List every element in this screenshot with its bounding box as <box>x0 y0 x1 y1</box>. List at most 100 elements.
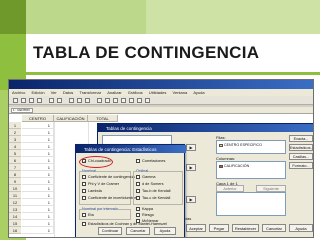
eta-checkbox[interactable] <box>82 213 86 217</box>
row-number[interactable]: 8 <box>9 171 21 178</box>
table-cell[interactable]: 1 <box>22 157 54 164</box>
table-cell[interactable]: 1 <box>22 227 54 234</box>
row-number[interactable]: 13 <box>9 206 21 213</box>
menu-analizar[interactable]: Analizar <box>107 90 121 95</box>
row-number[interactable]: 10 <box>9 185 21 192</box>
row-variable[interactable]: CENTRO ESPECÍFICO <box>219 143 262 147</box>
save-icon[interactable] <box>21 98 26 103</box>
row-number[interactable]: 7 <box>9 164 21 171</box>
columns-field[interactable]: CALIFICACIÓN <box>216 161 286 179</box>
menu-ver[interactable]: Ver <box>51 90 57 95</box>
continue-button[interactable]: Continuar <box>98 227 122 235</box>
rows-field[interactable]: CENTRO ESPECÍFICO <box>216 140 286 154</box>
menu-datos[interactable]: Datos <box>63 90 73 95</box>
risk-checkbox[interactable] <box>136 213 140 217</box>
column-header-calificacion[interactable]: CALIFICACIÓN <box>54 115 88 122</box>
phi-cramer-checkbox[interactable] <box>82 182 86 186</box>
row-number[interactable]: 3 <box>9 136 21 143</box>
goto-case-icon[interactable] <box>77 98 82 103</box>
kappa-checkbox[interactable] <box>136 207 140 211</box>
risk-option[interactable]: Riesgo <box>136 213 154 217</box>
variables-icon[interactable] <box>85 98 90 103</box>
redo-icon[interactable] <box>57 98 62 103</box>
row-number[interactable]: 2 <box>9 129 21 136</box>
table-cell[interactable]: 1 <box>22 171 54 178</box>
lambda-checkbox[interactable] <box>82 189 86 193</box>
gamma-checkbox[interactable] <box>136 175 140 179</box>
contingency-coefficient-option[interactable]: Coeficiente de contingencia <box>82 175 135 179</box>
table-cell[interactable]: 1 <box>22 122 54 129</box>
stats-help-button[interactable]: Ayuda <box>154 227 176 235</box>
table-cell[interactable]: 1 <box>22 164 54 171</box>
table-cell[interactable]: 1 <box>22 199 54 206</box>
open-icon[interactable] <box>13 98 18 103</box>
table-cell[interactable]: 1 <box>22 192 54 199</box>
insert-case-icon[interactable] <box>105 98 110 103</box>
row-number[interactable]: 14 <box>9 213 21 220</box>
kendall-tau-c-option[interactable]: Tau-c de Kendall <box>136 196 170 200</box>
table-cell[interactable]: 1 <box>22 213 54 220</box>
table-cell[interactable]: 1 <box>22 206 54 213</box>
row-number[interactable]: 4 <box>9 143 21 150</box>
uncertainty-coefficient-option[interactable]: Coeficiente de incertidumbre <box>82 196 136 200</box>
table-cell[interactable]: 1 <box>22 220 54 227</box>
print-icon[interactable] <box>29 98 34 103</box>
insert-variable-icon[interactable] <box>113 98 118 103</box>
layer-next-button[interactable]: Siguiente <box>256 185 286 192</box>
kendall-tau-b-option[interactable]: Tau-b de Kendall <box>136 189 171 193</box>
row-number[interactable]: 16 <box>9 227 21 234</box>
contingency-coefficient-checkbox[interactable] <box>82 175 86 179</box>
split-file-icon[interactable] <box>121 98 126 103</box>
cell-reference[interactable]: 1 : CENTRO <box>11 108 33 113</box>
move-to-columns-button[interactable]: ▶ <box>186 164 196 171</box>
statistics-button[interactable]: Estadísticos... <box>289 144 313 151</box>
ok-button[interactable]: Aceptar <box>186 224 206 232</box>
table-cell[interactable]: 1 <box>22 129 54 136</box>
uncertainty-coefficient-checkbox[interactable] <box>82 196 86 200</box>
table-cell[interactable]: 1 <box>22 136 54 143</box>
table-cell[interactable]: 1 <box>22 150 54 157</box>
exact-button[interactable]: Exacta... <box>289 135 313 142</box>
kendall-tau-c-checkbox[interactable] <box>136 196 140 200</box>
cells-button[interactable]: Casillas... <box>289 153 313 160</box>
kappa-option[interactable]: Kappa <box>136 207 153 211</box>
value-labels-icon[interactable] <box>145 98 150 103</box>
phi-cramer-option[interactable]: Phi y V de Cramer <box>82 182 119 186</box>
select-cases-icon[interactable] <box>137 98 142 103</box>
stats-cancel-button[interactable]: Cancelar <box>126 227 150 235</box>
gamma-option[interactable]: Gamma <box>136 175 156 179</box>
menu-graficos[interactable]: Gráficos <box>128 90 143 95</box>
menu-archivo[interactable]: Archivo <box>12 90 25 95</box>
cochran-mantel-haenszel-checkbox[interactable] <box>82 222 86 226</box>
column-header-centro[interactable]: CENTRO <box>22 115 54 122</box>
eta-option[interactable]: Eta <box>82 213 94 217</box>
row-number[interactable]: 11 <box>9 192 21 199</box>
row-number[interactable]: 6 <box>9 157 21 164</box>
table-cell[interactable]: 1 <box>22 143 54 150</box>
paste-button[interactable]: Pegar <box>209 224 229 232</box>
undo-icon[interactable] <box>49 98 54 103</box>
layer-previous-button[interactable]: Anterior <box>216 185 244 192</box>
reset-button[interactable]: Restablecer <box>232 224 259 232</box>
goto-chart-icon[interactable] <box>69 98 74 103</box>
somers-d-option[interactable]: d de Somers <box>136 182 164 186</box>
move-to-layer-button[interactable]: ▶ <box>186 196 196 203</box>
correlations-checkbox[interactable] <box>136 159 140 163</box>
format-button[interactable]: Formato... <box>289 162 313 169</box>
weight-cases-icon[interactable] <box>129 98 134 103</box>
somers-d-checkbox[interactable] <box>136 182 140 186</box>
dialog-recall-icon[interactable] <box>37 98 42 103</box>
find-icon[interactable] <box>97 98 102 103</box>
menu-utilidades[interactable]: Utilidades <box>149 90 167 95</box>
menu-edicion[interactable]: Edición <box>31 90 44 95</box>
correlations-option[interactable]: Correlaciones <box>136 159 165 163</box>
cochran-mantel-haenszel-option[interactable]: Estadísticos de Cochran y de Mantel-Haen… <box>82 222 167 226</box>
kendall-tau-b-checkbox[interactable] <box>136 189 140 193</box>
column-header-total[interactable]: TOTAL <box>88 115 118 122</box>
table-cell[interactable]: 1 <box>22 178 54 185</box>
table-cell[interactable]: 1 <box>22 185 54 192</box>
column-variable[interactable]: CALIFICACIÓN <box>219 164 249 168</box>
row-number[interactable]: 1 <box>9 122 21 129</box>
row-number[interactable]: 9 <box>9 178 21 185</box>
cancel-button[interactable]: Cancelar <box>262 224 286 232</box>
